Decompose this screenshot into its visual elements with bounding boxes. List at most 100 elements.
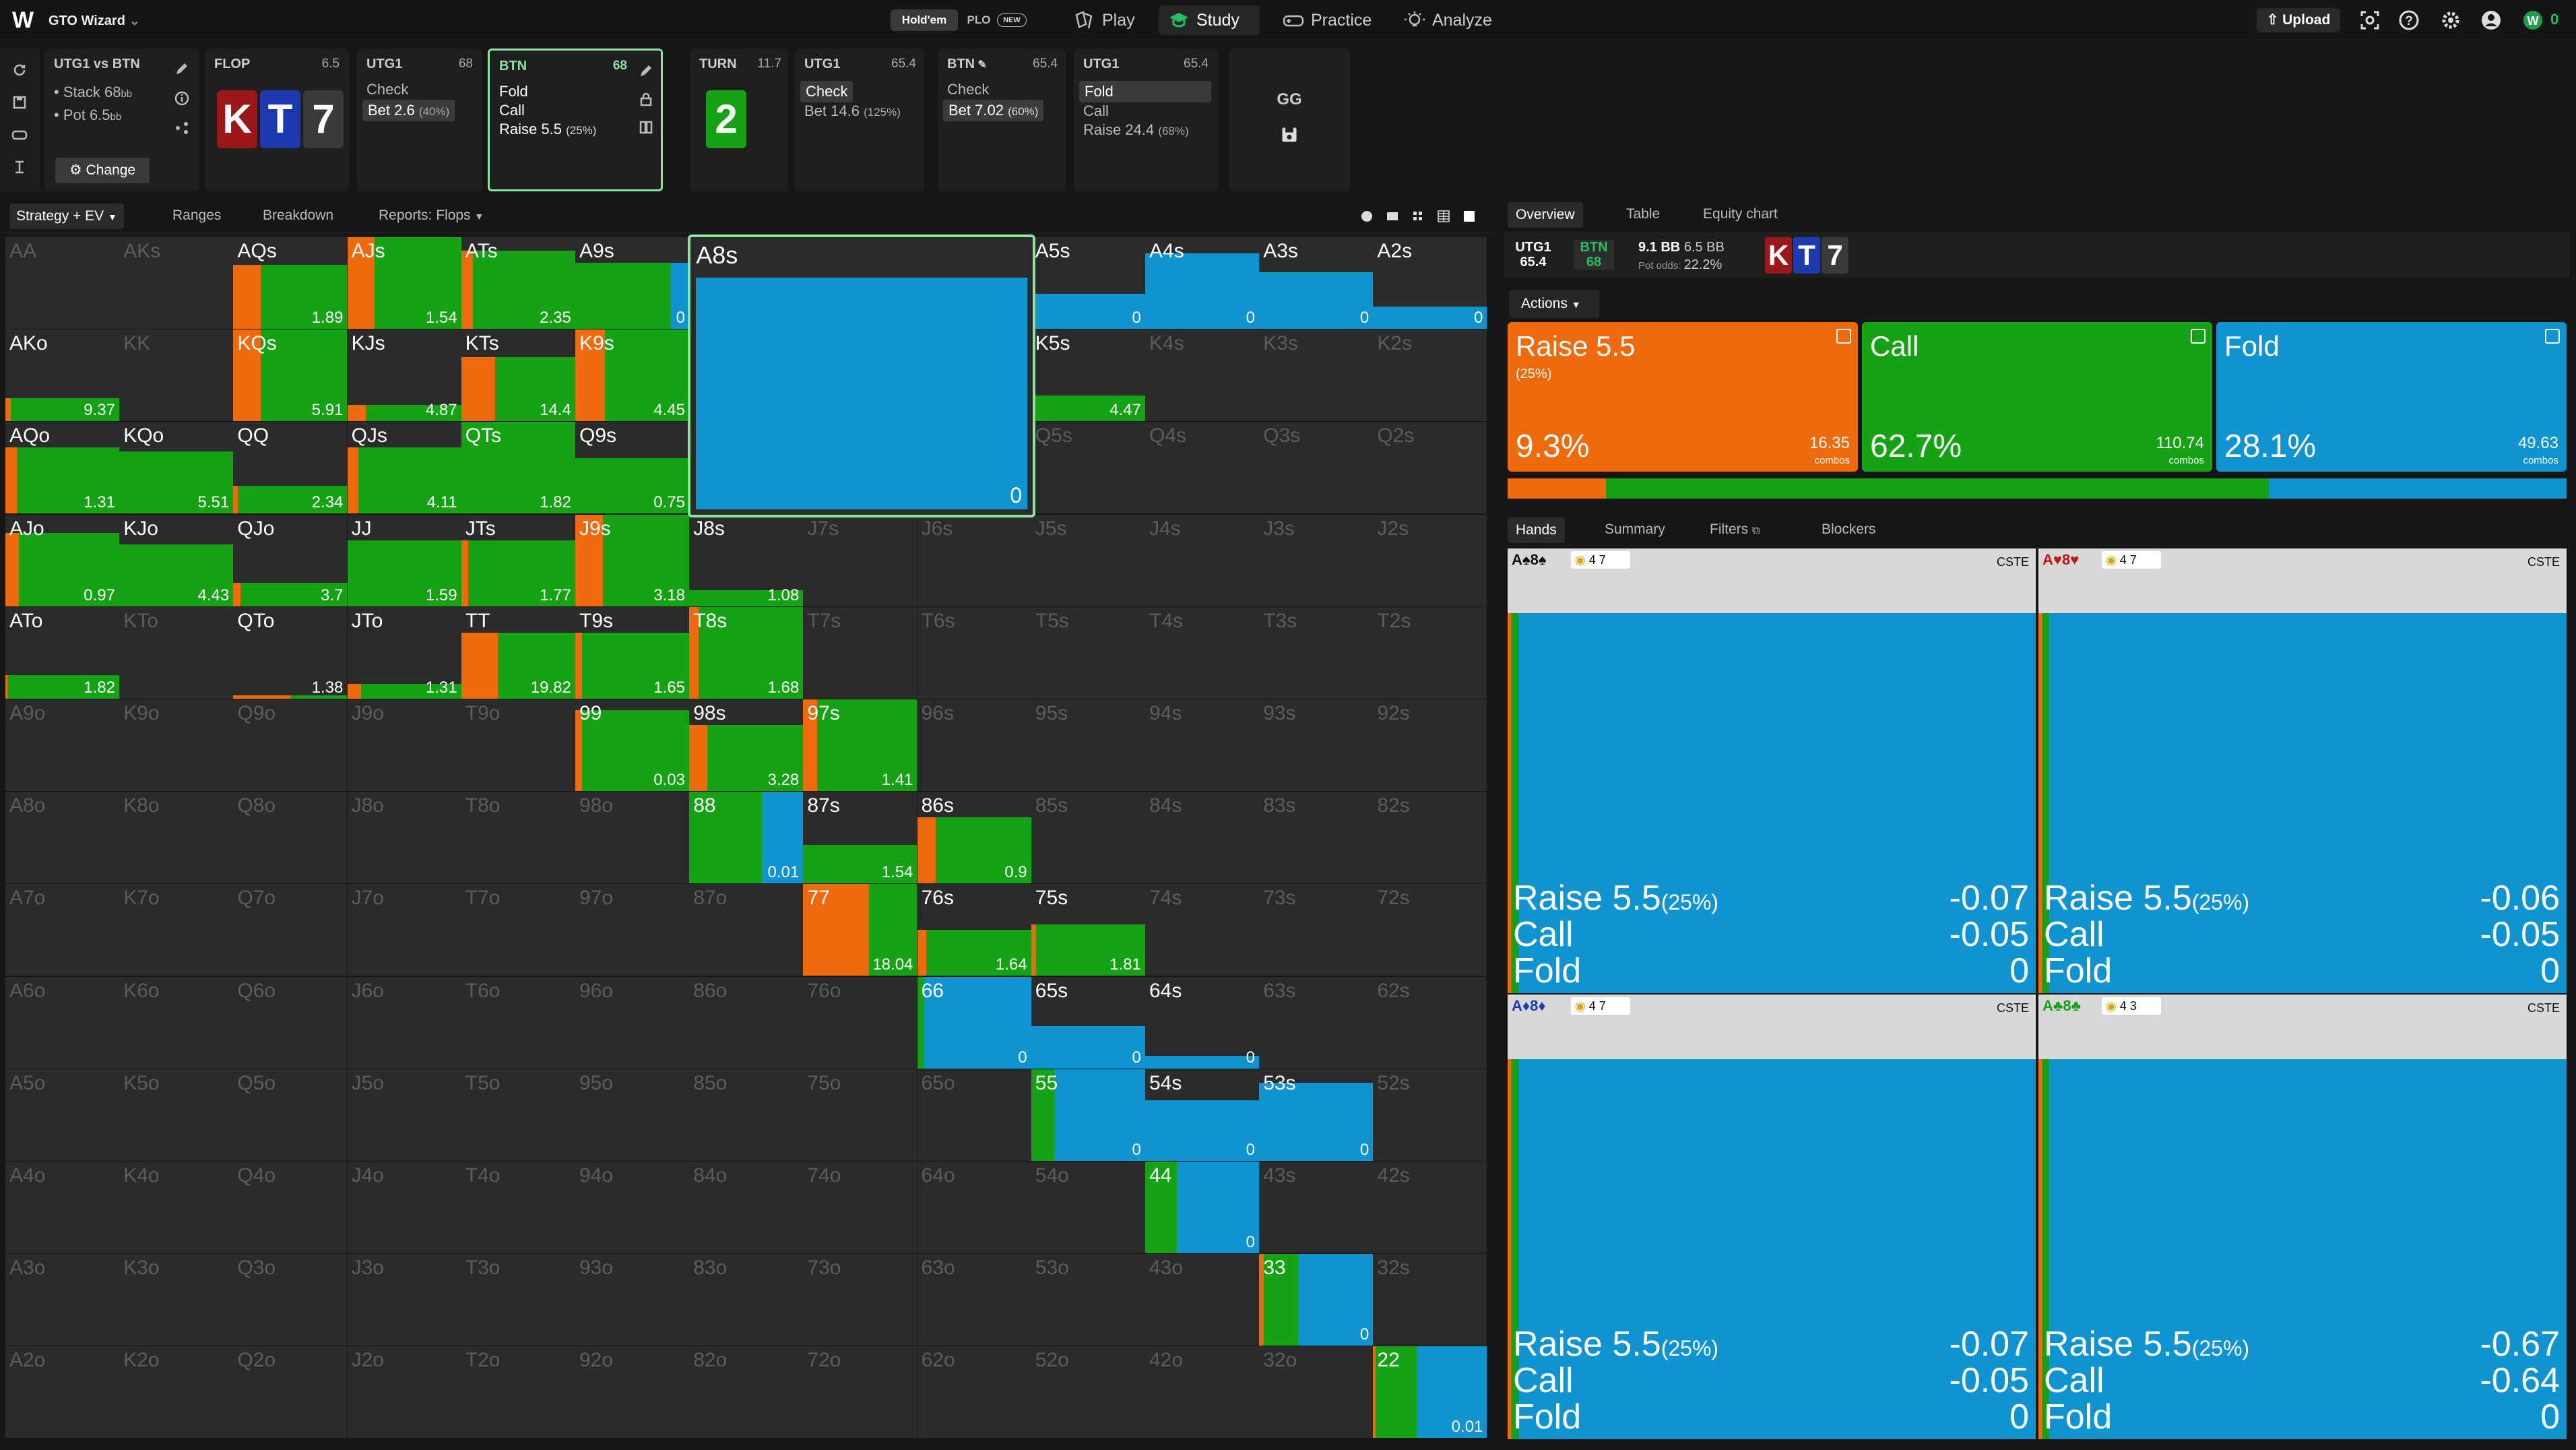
- range-cell[interactable]: Q5s: [1031, 422, 1145, 514]
- range-cell[interactable]: 14.4 KTs: [461, 329, 575, 422]
- edit-icon[interactable]: [174, 61, 190, 77]
- range-cell[interactable]: 63s: [1259, 976, 1374, 1069]
- range-cell[interactable]: 0.03 99: [575, 699, 689, 791]
- range-cell[interactable]: 0 54s: [1145, 1069, 1259, 1161]
- range-cell[interactable]: 73s: [1259, 884, 1374, 976]
- tab-hands[interactable]: Hands: [1508, 517, 1565, 543]
- range-cell[interactable]: A5o: [5, 1069, 119, 1161]
- range-cell[interactable]: 1.64 76s: [917, 884, 1031, 976]
- range-cell[interactable]: 32o: [1259, 1346, 1374, 1439]
- info-icon[interactable]: [174, 90, 190, 106]
- range-cell[interactable]: K4o: [119, 1162, 234, 1253]
- range-cell[interactable]: 1.82 ATo: [5, 606, 119, 699]
- range-cell[interactable]: T2s: [1373, 606, 1487, 699]
- range-cell[interactable]: K7o: [119, 884, 234, 976]
- range-cell[interactable]: 93s: [1259, 699, 1374, 791]
- range-cell[interactable]: A4o: [5, 1162, 119, 1253]
- range-cell[interactable]: 4.43 KJo: [119, 514, 234, 606]
- range-cell[interactable]: 43o: [1145, 1254, 1259, 1346]
- range-cell[interactable]: T6o: [461, 976, 575, 1069]
- range-cell[interactable]: 0 65s: [1031, 976, 1145, 1069]
- hand-combo-panel[interactable]: A♣8♣ ◉ 4 3 CSTE Raise 5.5(25%) -0.67 Call -0.6…: [2038, 995, 2567, 1439]
- range-cell[interactable]: 95o: [575, 1069, 689, 1161]
- range-cell[interactable]: 63o: [917, 1254, 1031, 1346]
- range-cell[interactable]: 96s: [917, 699, 1031, 791]
- range-cell[interactable]: 95s: [1031, 699, 1145, 791]
- range-cell[interactable]: 96o: [575, 976, 689, 1069]
- tab-equity-chart[interactable]: Equity chart: [1703, 206, 1778, 222]
- range-cell[interactable]: Q7o: [233, 884, 348, 976]
- tab-filters[interactable]: Filters ⧉: [1710, 522, 1760, 538]
- range-cell[interactable]: 42s: [1373, 1162, 1487, 1253]
- hand-combo-panel[interactable]: A♥8♥ ◉ 4 7 CSTE Raise 5.5(25%) -0.06 Call -0.0…: [2038, 548, 2567, 993]
- range-cell[interactable]: 5.51 KQo: [119, 422, 234, 514]
- range-cell[interactable]: 1.31 JTo: [347, 606, 461, 699]
- view-grid-large-icon[interactable]: [1436, 209, 1451, 224]
- range-cell[interactable]: 18.04 77: [803, 884, 917, 976]
- actions-dropdown[interactable]: Actions ▼: [1509, 290, 1599, 318]
- range-cell[interactable]: 74s: [1145, 884, 1259, 976]
- action-check-selected[interactable]: Check: [800, 81, 854, 102]
- action-fold-selected[interactable]: Fold: [1079, 81, 1211, 102]
- range-cell[interactable]: 92o: [575, 1346, 689, 1439]
- nav-play[interactable]: Play: [1064, 5, 1135, 35]
- range-cell[interactable]: A3o: [5, 1254, 119, 1346]
- range-cell[interactable]: 84o: [689, 1162, 804, 1253]
- range-cell[interactable]: KK: [119, 329, 234, 422]
- profile-icon[interactable]: [2479, 8, 2503, 32]
- action-bet-selected[interactable]: Bet 2.6 (40%): [362, 100, 455, 121]
- range-cell[interactable]: 0.9 86s: [917, 792, 1031, 884]
- range-cell[interactable]: K6o: [119, 976, 234, 1069]
- history-btn-flop[interactable]: BTN 68 Fold Call Raise 5.5 (25%): [488, 49, 663, 191]
- nav-analyze[interactable]: Analyze: [1394, 5, 1492, 35]
- plo-toggle[interactable]: PLO: [962, 9, 996, 31]
- range-cell[interactable]: J5s: [1031, 514, 1145, 606]
- range-cell[interactable]: 62o: [917, 1346, 1031, 1439]
- range-cell[interactable]: Q2s: [1373, 422, 1487, 514]
- wallet-icon[interactable]: W: [2521, 8, 2545, 32]
- range-cell[interactable]: Q5o: [233, 1069, 348, 1161]
- range-cell[interactable]: J3o: [347, 1254, 461, 1346]
- range-cell[interactable]: J7o: [347, 884, 461, 976]
- tab-overview[interactable]: Overview: [1508, 202, 1583, 228]
- history-gg[interactable]: GG: [1229, 49, 1350, 191]
- range-cell[interactable]: 1.77 JTs: [461, 514, 575, 606]
- action-fold[interactable]: Fold: [499, 83, 528, 100]
- history-flop[interactable]: FLOP 6.5 K T 7: [205, 49, 349, 191]
- range-cell[interactable]: K5o: [119, 1069, 234, 1161]
- range-cell[interactable]: T3s: [1259, 606, 1374, 699]
- range-cell[interactable]: J9o: [347, 699, 461, 791]
- action-check[interactable]: Check: [366, 81, 408, 98]
- range-cell[interactable]: T9o: [461, 699, 575, 791]
- action-bet-selected[interactable]: Bet 7.02 (60%): [943, 100, 1044, 121]
- range-cell[interactable]: 4.87 KJs: [347, 329, 461, 422]
- view-circle-icon[interactable]: [1359, 209, 1374, 224]
- range-cell[interactable]: T7o: [461, 884, 575, 976]
- range-cell[interactable]: 0.97 AJo: [5, 514, 119, 606]
- range-cell[interactable]: 97o: [575, 884, 689, 976]
- range-cell[interactable]: 0 64s: [1145, 976, 1259, 1069]
- range-cell[interactable]: 42o: [1145, 1346, 1259, 1439]
- range-cell[interactable]: K2o: [119, 1346, 234, 1439]
- range-cell[interactable]: 83o: [689, 1254, 804, 1346]
- range-cell[interactable]: Q6o: [233, 976, 348, 1069]
- lock-icon[interactable]: [638, 91, 654, 107]
- range-cell[interactable]: Q3o: [233, 1254, 348, 1346]
- range-cell[interactable]: 1.31 AQo: [5, 422, 119, 514]
- range-cell[interactable]: 54o: [1031, 1162, 1145, 1253]
- range-cell[interactable]: 1.38 QTo: [233, 606, 348, 699]
- view-full-icon[interactable]: [1462, 209, 1477, 224]
- range-cell[interactable]: 9.37 AKo: [5, 329, 119, 422]
- tab-table[interactable]: Table: [1626, 206, 1660, 222]
- range-cell[interactable]: Q4s: [1145, 422, 1259, 514]
- history-utg1-turn-2[interactable]: UTG1 65.4 Fold Call Raise 24.4 (68%): [1074, 49, 1218, 191]
- range-cell[interactable]: 1.54 87s: [803, 792, 917, 884]
- text-cursor-icon[interactable]: [11, 159, 28, 175]
- action-raise[interactable]: Raise 5.5 (25%): [499, 121, 596, 138]
- range-cell[interactable]: 72o: [803, 1346, 917, 1439]
- controller-icon[interactable]: [11, 127, 28, 143]
- range-cell[interactable]: AA: [5, 237, 119, 329]
- range-cell[interactable]: J2s: [1373, 514, 1487, 606]
- range-cell[interactable]: 62s: [1373, 976, 1487, 1069]
- range-cell[interactable]: K2s: [1373, 329, 1487, 422]
